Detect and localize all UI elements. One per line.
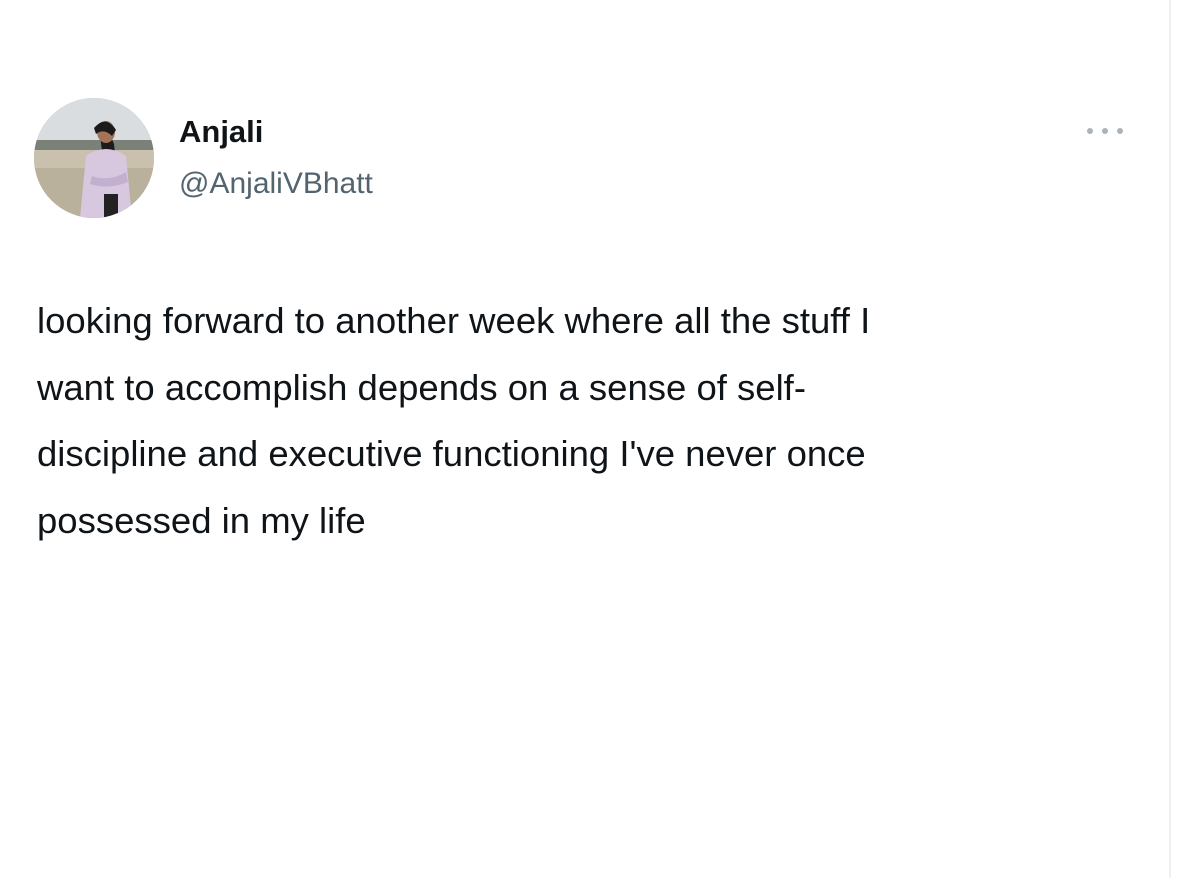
- tweet-text: looking forward to another week where al…: [37, 300, 871, 541]
- avatar-photo: [34, 98, 154, 218]
- more-options-icon[interactable]: [1082, 120, 1128, 142]
- author-handle[interactable]: @AnjaliVBhatt: [179, 166, 373, 202]
- divider: [1169, 0, 1171, 878]
- avatar[interactable]: [34, 98, 154, 218]
- author-display-name[interactable]: Anjali: [179, 114, 263, 150]
- tweet-card: Anjali @AnjaliVBhatt looking forward to …: [0, 0, 1168, 878]
